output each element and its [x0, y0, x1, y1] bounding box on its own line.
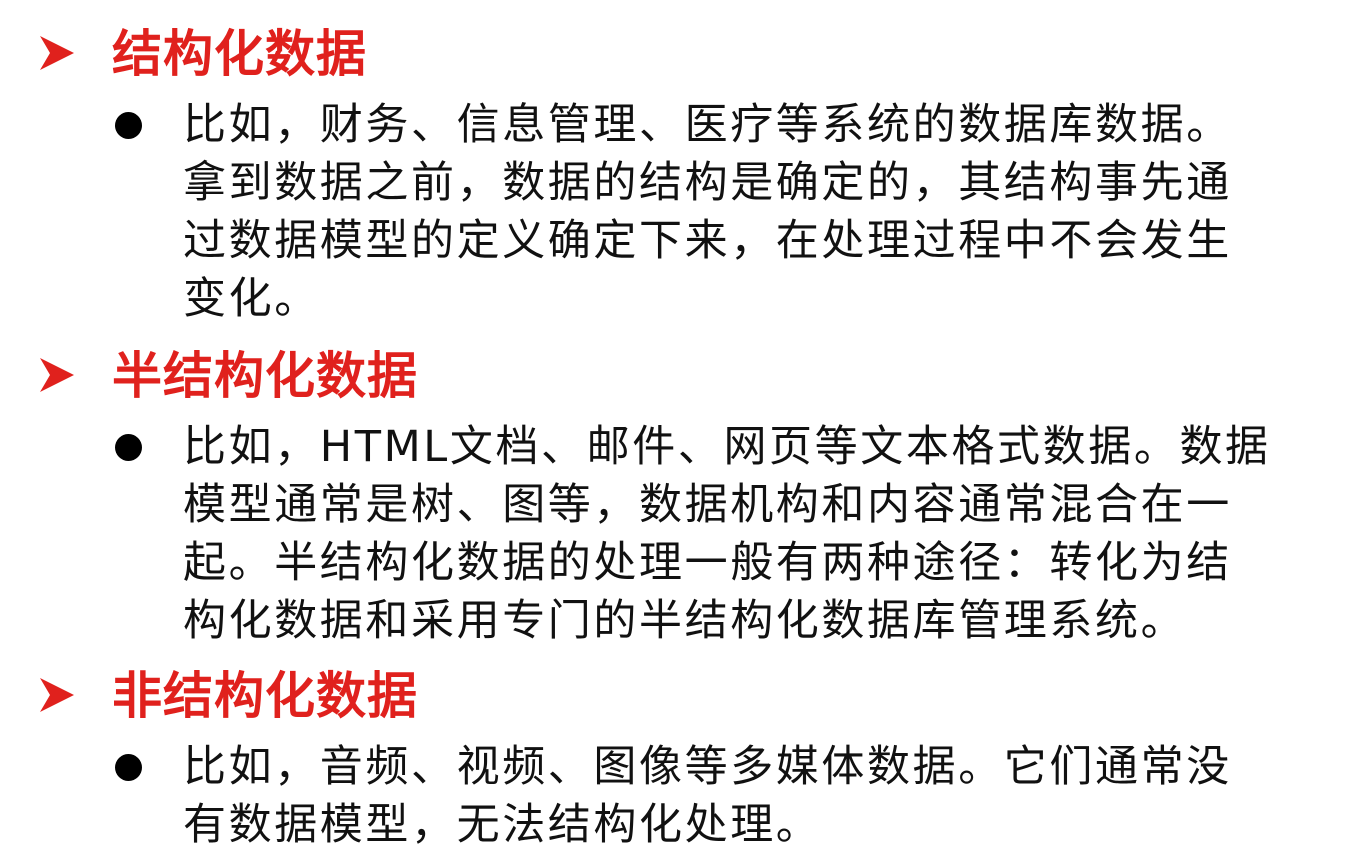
section-heading: 非结构化数据: [112, 667, 418, 725]
text-line: 起。半结构化数据的处理一般有两种途径：转化为结: [183, 538, 1232, 588]
section-structured-data: 结构化数据 比如，财务、信息管理、医疗等系统的数据库数据。 拿到数据之前，数据的…: [0, 20, 1354, 324]
text-line: 比如，音频、视频、图像等多媒体数据。它们通常没: [183, 742, 1232, 792]
section-heading-row: 结构化数据: [0, 20, 1354, 90]
section-heading-row: 半结构化数据: [0, 342, 1354, 412]
text-line: 构化数据和采用专门的半结构化数据库管理系统。: [183, 596, 1187, 646]
text-line: 过数据模型的定义确定下来，在处理过程中不会发生: [183, 216, 1232, 266]
text-line: 比如，HTML文档、邮件、网页等文本格式数据。数据: [183, 422, 1271, 472]
bullet-item: 比如，财务、信息管理、医疗等系统的数据库数据。 拿到数据之前，数据的结构是确定的…: [0, 96, 1354, 328]
bullet-text: 比如，音频、视频、图像等多媒体数据。它们通常没 有数据模型，无法结构化处理。: [183, 738, 1343, 854]
bullet-text: 比如，财务、信息管理、医疗等系统的数据库数据。 拿到数据之前，数据的结构是确定的…: [183, 96, 1343, 328]
arrow-bullet-icon: [40, 358, 74, 392]
text-line: 拿到数据之前，数据的结构是确定的，其结构事先通: [183, 158, 1232, 208]
arrow-bullet-icon: [40, 678, 74, 712]
text-line: 模型通常是树、图等，数据机构和内容通常混合在一: [183, 480, 1232, 530]
section-heading-row: 非结构化数据: [0, 662, 1354, 732]
text-line: 比如，财务、信息管理、医疗等系统的数据库数据。: [183, 100, 1232, 150]
arrow-bullet-icon: [40, 36, 74, 70]
bullet-item: 比如，音频、视频、图像等多媒体数据。它们通常没 有数据模型，无法结构化处理。: [0, 738, 1354, 854]
bullet-text: 比如，HTML文档、邮件、网页等文本格式数据。数据 模型通常是树、图等，数据机构…: [183, 418, 1343, 650]
section-unstructured-data: 非结构化数据 比如，音频、视频、图像等多媒体数据。它们通常没 有数据模型，无法结…: [0, 662, 1354, 850]
bullet-dot-icon: [115, 112, 142, 139]
section-semi-structured-data: 半结构化数据 比如，HTML文档、邮件、网页等文本格式数据。数据 模型通常是树、…: [0, 342, 1354, 646]
section-heading: 结构化数据: [112, 25, 367, 83]
text-line: 有数据模型，无法结构化处理。: [183, 800, 822, 850]
bullet-dot-icon: [115, 754, 142, 781]
section-heading: 半结构化数据: [112, 347, 418, 405]
bullet-dot-icon: [115, 434, 142, 461]
text-line: 变化。: [183, 274, 320, 324]
bullet-item: 比如，HTML文档、邮件、网页等文本格式数据。数据 模型通常是树、图等，数据机构…: [0, 418, 1354, 650]
